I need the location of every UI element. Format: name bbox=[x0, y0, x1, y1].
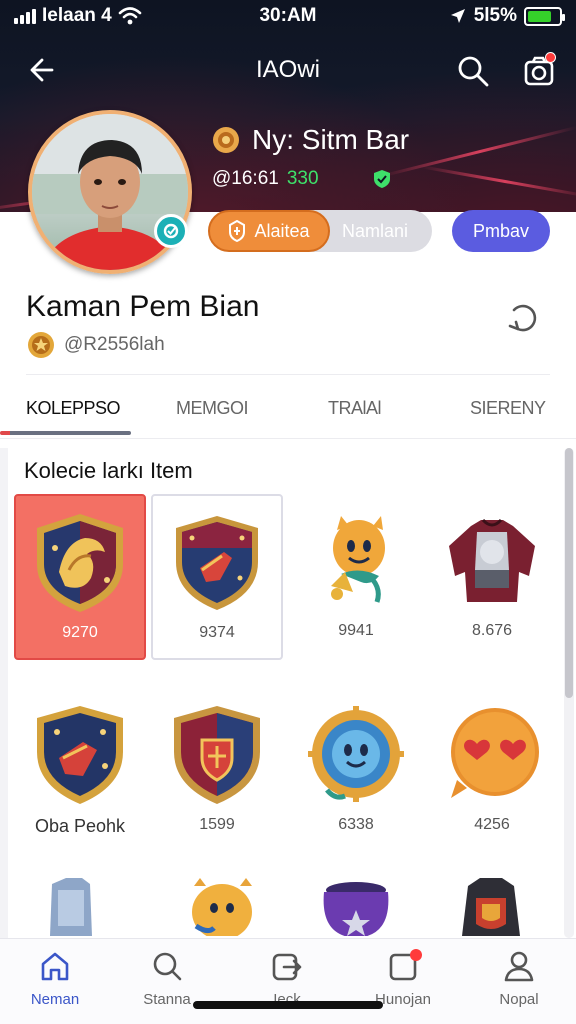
active-tab-indicator bbox=[0, 431, 131, 435]
badge-icon bbox=[229, 220, 246, 242]
refresh-icon bbox=[508, 304, 537, 332]
profile-handle: @R2556lah bbox=[64, 334, 165, 355]
tab-tralal[interactable]: TRAlAl bbox=[328, 398, 382, 419]
decor-stripe bbox=[421, 165, 576, 198]
collection-item[interactable]: 1599 bbox=[151, 688, 283, 854]
scrollbar[interactable] bbox=[564, 448, 574, 938]
nav-home[interactable]: Neman bbox=[0, 949, 110, 1008]
nav-notifications[interactable]: Hunojan bbox=[348, 949, 458, 1008]
divider bbox=[0, 438, 576, 439]
collection-item[interactable]: Oba Peohk bbox=[14, 688, 146, 854]
scrollbar-thumb[interactable] bbox=[565, 448, 573, 698]
location-arrow-icon bbox=[450, 9, 465, 23]
red-blue-shield-icon bbox=[174, 706, 260, 804]
nav-home-label: Neman bbox=[30, 991, 80, 1008]
gear-badge-icon bbox=[213, 127, 239, 153]
gold-shield-icon bbox=[37, 706, 123, 804]
profile-name: Kaman Pem Bian bbox=[26, 290, 260, 323]
pmbav-button-label: Pmbav bbox=[472, 220, 530, 241]
bell-mascot-icon bbox=[331, 516, 385, 603]
collection-item[interactable]: 9270 bbox=[14, 494, 146, 660]
collection-item[interactable]: 4256 bbox=[426, 688, 558, 854]
section-title: Kolecie larkı Item bbox=[24, 458, 193, 483]
item-price: 8.676 bbox=[471, 622, 513, 639]
item-price: 6338 bbox=[338, 816, 374, 833]
collection-item-partial[interactable] bbox=[440, 876, 550, 936]
collection-item[interactable]: 6338 bbox=[290, 688, 422, 854]
nav-profile[interactable]: Nopal bbox=[464, 949, 574, 1008]
collection-item-partial[interactable] bbox=[30, 876, 140, 936]
namlani-button-label: Namlani bbox=[341, 220, 409, 241]
item-price: Oba Peohk bbox=[34, 816, 126, 836]
shield-icon bbox=[373, 170, 390, 188]
medal-icon bbox=[28, 332, 54, 358]
hero-title: Ny: Sitm Bar bbox=[210, 124, 409, 156]
nav-share[interactable]: Ieck bbox=[232, 949, 342, 1008]
crest-shield-icon bbox=[37, 514, 123, 612]
nav-search[interactable]: Stanna bbox=[112, 949, 222, 1008]
notification-badge bbox=[410, 949, 422, 961]
collection-item[interactable]: 9941 bbox=[290, 494, 422, 660]
nav-notifications-label: Hunojan bbox=[375, 991, 431, 1008]
sun-medal-icon bbox=[308, 706, 404, 802]
notification-dot bbox=[545, 52, 556, 63]
armor-vest-icon bbox=[50, 878, 92, 936]
home-indicator[interactable] bbox=[193, 1001, 383, 1009]
armor-jacket-icon bbox=[449, 518, 535, 602]
item-price: 9270 bbox=[62, 624, 98, 641]
status-bar: Ielaan 4 30:AM 5l5% bbox=[0, 0, 576, 34]
tab-koleppso[interactable]: KOLEPPSO bbox=[26, 398, 121, 419]
collection-item[interactable]: 8.676 bbox=[426, 494, 558, 660]
top-nav-bar: IAOwi bbox=[0, 44, 576, 96]
alaitea-button[interactable]: Alaitea bbox=[208, 210, 330, 252]
item-price: 4256 bbox=[474, 816, 510, 833]
verified-badge-icon bbox=[154, 214, 188, 248]
hero-stats: @16:61 330 bbox=[212, 168, 393, 190]
item-price: 1599 bbox=[199, 816, 235, 833]
tab-memgoi[interactable]: MEMGOI bbox=[176, 398, 249, 419]
nav-search-label: Stanna bbox=[143, 991, 191, 1008]
share-icon bbox=[272, 953, 302, 981]
battery-percent: 5l5% bbox=[473, 5, 517, 26]
battery-icon bbox=[524, 6, 565, 26]
item-price: 9941 bbox=[338, 622, 374, 639]
hero-stat-value: 330 bbox=[286, 168, 319, 189]
nav-profile-label: Nopal bbox=[499, 991, 539, 1008]
camera-button[interactable] bbox=[518, 50, 560, 92]
profile-tabs: KOLEPPSO MEMGOI TRAlAl SIERENY bbox=[0, 388, 576, 438]
search-button[interactable] bbox=[452, 50, 494, 92]
alaitea-button-label: Alaitea bbox=[254, 220, 310, 241]
cat-mascot-icon bbox=[192, 878, 252, 936]
heart-eyes-emoji-icon bbox=[451, 708, 539, 798]
refresh-button[interactable] bbox=[502, 298, 542, 338]
divider bbox=[26, 374, 550, 375]
dark-armor-icon bbox=[462, 878, 520, 936]
avatar[interactable] bbox=[28, 110, 192, 274]
tab-siereny[interactable]: SIERENY bbox=[470, 398, 546, 419]
hero-stat-id: @16:61 bbox=[212, 168, 279, 189]
purple-pot-icon bbox=[323, 882, 389, 936]
profile-icon bbox=[504, 951, 534, 982]
home-icon bbox=[41, 952, 69, 981]
decor-stripe bbox=[382, 125, 576, 178]
hero-name-text: Ny: Sitm Bar bbox=[252, 124, 410, 155]
profile-handle-row: @R2556lah bbox=[26, 330, 165, 360]
collection-item[interactable]: 9374 bbox=[151, 494, 283, 660]
bottom-nav: Neman Stanna Ieck Hunojan Nopal bbox=[0, 938, 576, 1024]
collection-item-partial[interactable] bbox=[306, 876, 416, 936]
left-rail bbox=[0, 448, 8, 938]
collection-item-partial[interactable] bbox=[168, 876, 278, 936]
search-icon bbox=[153, 952, 182, 981]
search-icon bbox=[458, 56, 489, 87]
item-price: 9374 bbox=[199, 624, 235, 641]
blue-shield-icon bbox=[176, 516, 258, 610]
notification-icon bbox=[386, 949, 422, 983]
pmbav-button[interactable]: Pmbav bbox=[452, 210, 550, 252]
